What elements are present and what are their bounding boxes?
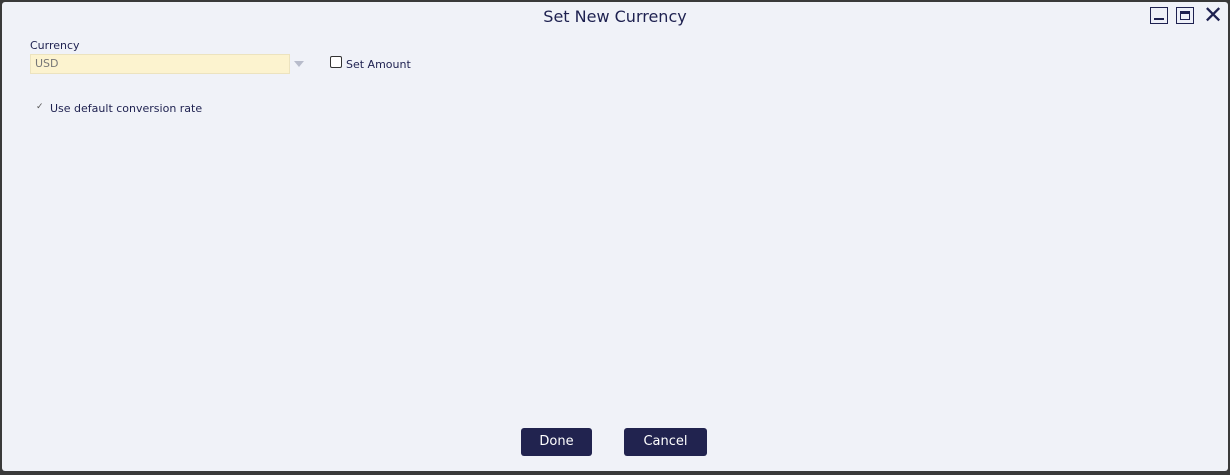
currency-select[interactable]: USD bbox=[30, 54, 290, 74]
checkmark-icon[interactable]: ✓ bbox=[36, 102, 44, 112]
set-amount-checkbox[interactable] bbox=[330, 56, 342, 68]
maximize-icon bbox=[1180, 11, 1190, 20]
done-button[interactable]: Done bbox=[521, 428, 592, 456]
conversion-rate-label[interactable]: Use default conversion rate bbox=[50, 102, 202, 115]
close-button[interactable]: ✕ bbox=[1202, 3, 1224, 27]
minimize-button[interactable] bbox=[1150, 7, 1168, 24]
set-currency-dialog: Set New Currency ✕ Currency USD Set Amou… bbox=[2, 2, 1228, 471]
close-icon: ✕ bbox=[1202, 1, 1224, 29]
maximize-button[interactable] bbox=[1176, 7, 1194, 24]
chevron-down-icon[interactable] bbox=[294, 61, 304, 67]
currency-label: Currency bbox=[30, 39, 80, 52]
set-amount-label[interactable]: Set Amount bbox=[346, 58, 411, 71]
dialog-title: Set New Currency bbox=[543, 7, 687, 26]
minimize-icon bbox=[1154, 18, 1164, 20]
cancel-button[interactable]: Cancel bbox=[624, 428, 707, 456]
